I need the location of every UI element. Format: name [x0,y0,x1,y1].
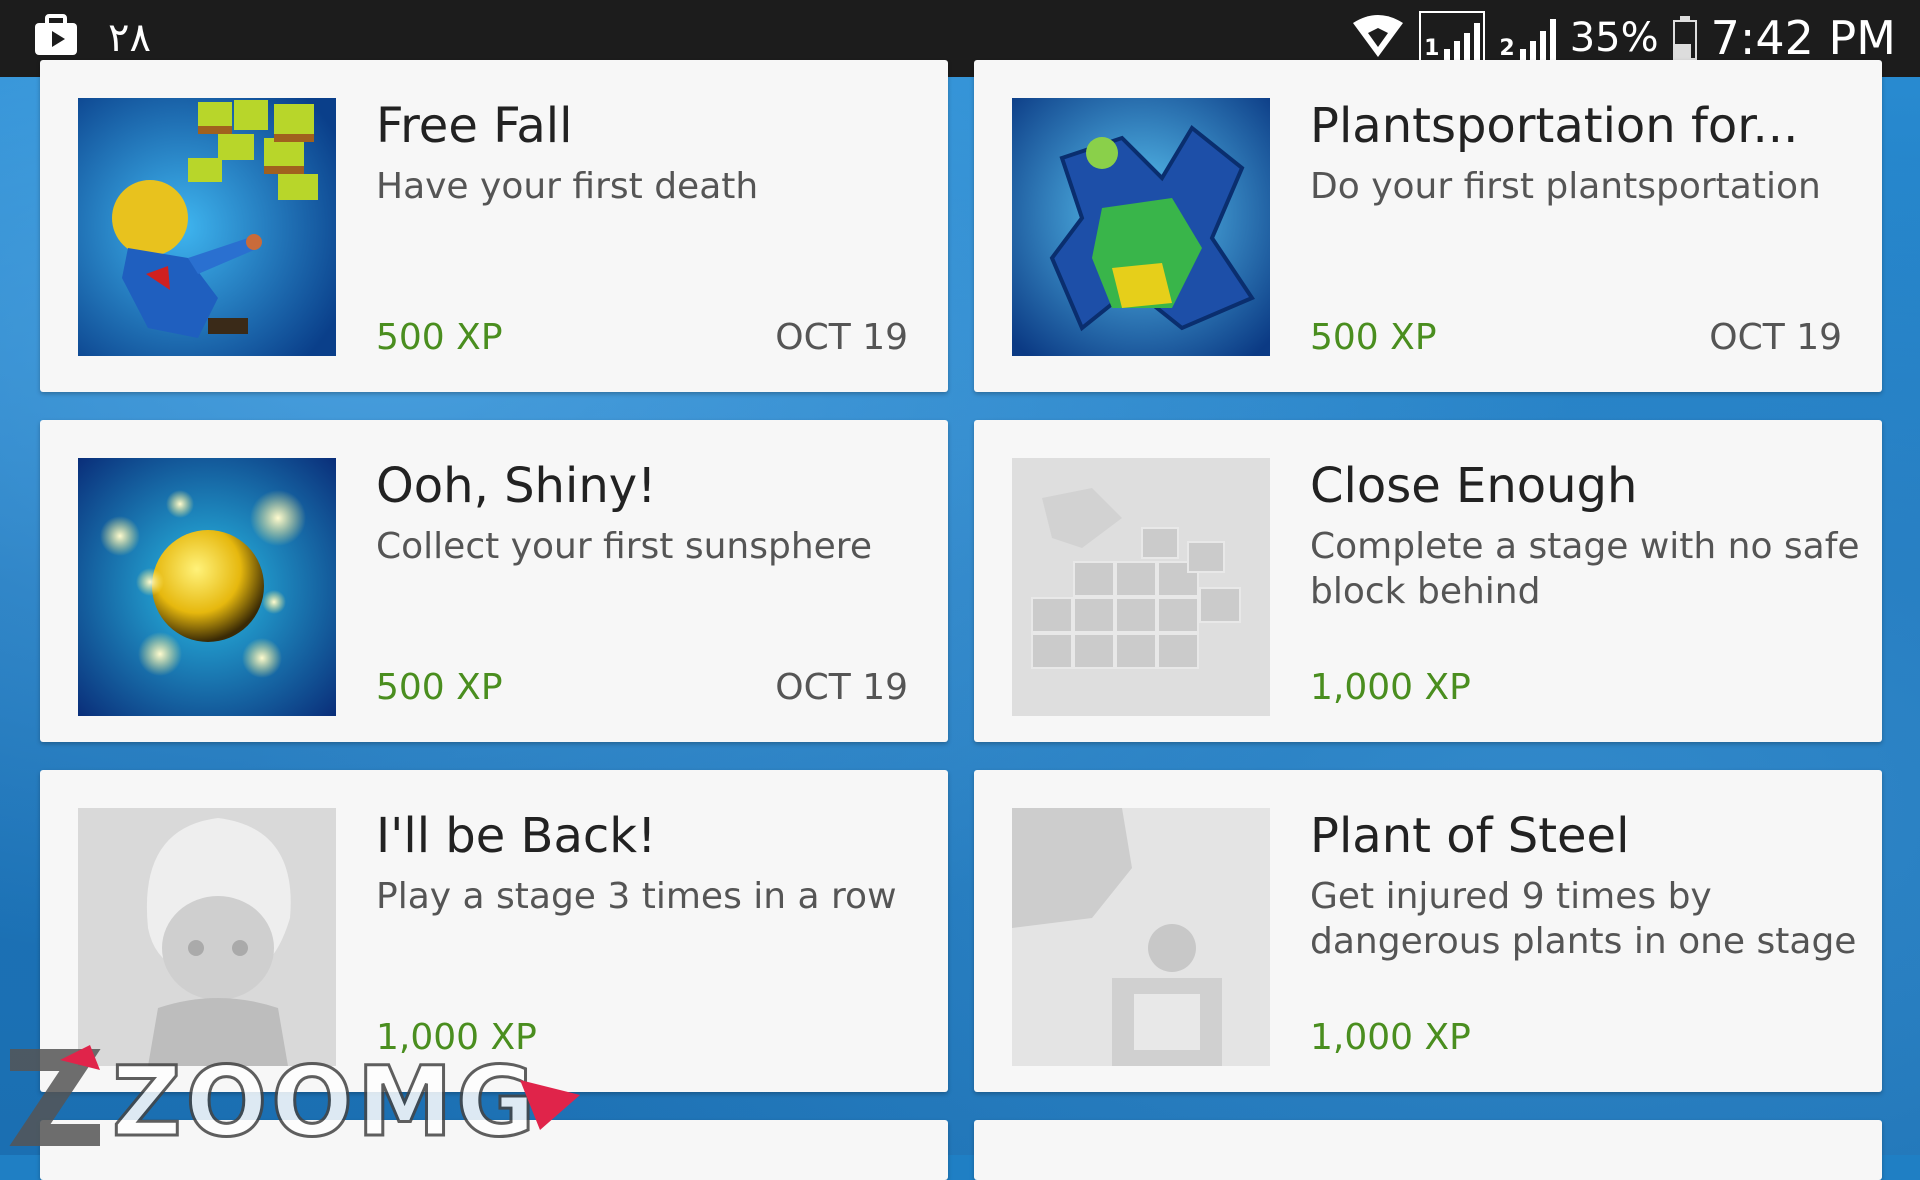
achievement-xp: 500 XP [376,667,503,708]
achievement-title: Free Fall [376,98,573,154]
achievement-card[interactable]: Free Fall Have your first death 500 XP O… [40,60,948,392]
achievement-card[interactable]: Close Enough Complete a stage with no sa… [974,420,1882,742]
achievement-title: Close Enough [1310,458,1638,514]
achievement-card[interactable]: Ooh, Shiny! Collect your first sunsphere… [40,420,948,742]
plant-creature-icon [1012,98,1270,356]
achievement-title: I'll be Back! [376,808,657,864]
falling-character-icon [78,98,336,356]
sim1-signal-icon: 1 [1419,11,1486,65]
clock: 7:42 PM [1710,11,1896,65]
achievement-title: Ooh, Shiny! [376,458,657,514]
blocks-icon [1012,458,1270,716]
achievement-description: Collect your first sunsphere [376,526,872,567]
achievement-card-partial[interactable] [974,1120,1882,1180]
achievement-description: Do your first plantsportation [1310,166,1821,207]
achievement-description: Get injured 9 times by dangerous plants … [1310,876,1857,962]
achievement-description: Complete a stage with no safe block behi… [1310,526,1860,612]
briefcase-play-icon [32,13,82,63]
achievement-xp: 500 XP [1310,317,1437,358]
sim2-signal-icon: 2 [1499,15,1556,61]
wifi-icon [1351,13,1405,63]
achievement-xp: 1,000 XP [1310,667,1471,708]
achievement-description: Have your first death [376,166,759,207]
dangerous-plant-icon [1012,808,1270,1066]
achievement-date: OCT 19 [775,667,908,708]
achievement-title: Plant of Steel [1310,808,1630,864]
battery-percent: 35% [1569,15,1659,61]
achievement-date: OCT 19 [775,317,908,358]
zoomg-watermark-logo: ZOOMG [0,1040,600,1160]
achievement-xp: 500 XP [376,317,503,358]
achievement-card[interactable]: Plant of Steel Get injured 9 times by da… [974,770,1882,1092]
achievement-xp: 1,000 XP [1310,1017,1471,1058]
achievement-description: Play a stage 3 times in a row [376,876,897,917]
character-portrait-icon [78,808,336,1066]
achievement-title: Plantsportation for... [1310,98,1799,154]
battery-icon [1672,16,1697,60]
achievement-date: OCT 19 [1709,317,1842,358]
date-indicator: ٢٨ [108,15,151,61]
svg-text:ZOOMG: ZOOMG [112,1046,539,1155]
sunsphere-icon [78,458,336,716]
achievement-card[interactable]: Plantsportation for... Do your first pla… [974,60,1882,392]
